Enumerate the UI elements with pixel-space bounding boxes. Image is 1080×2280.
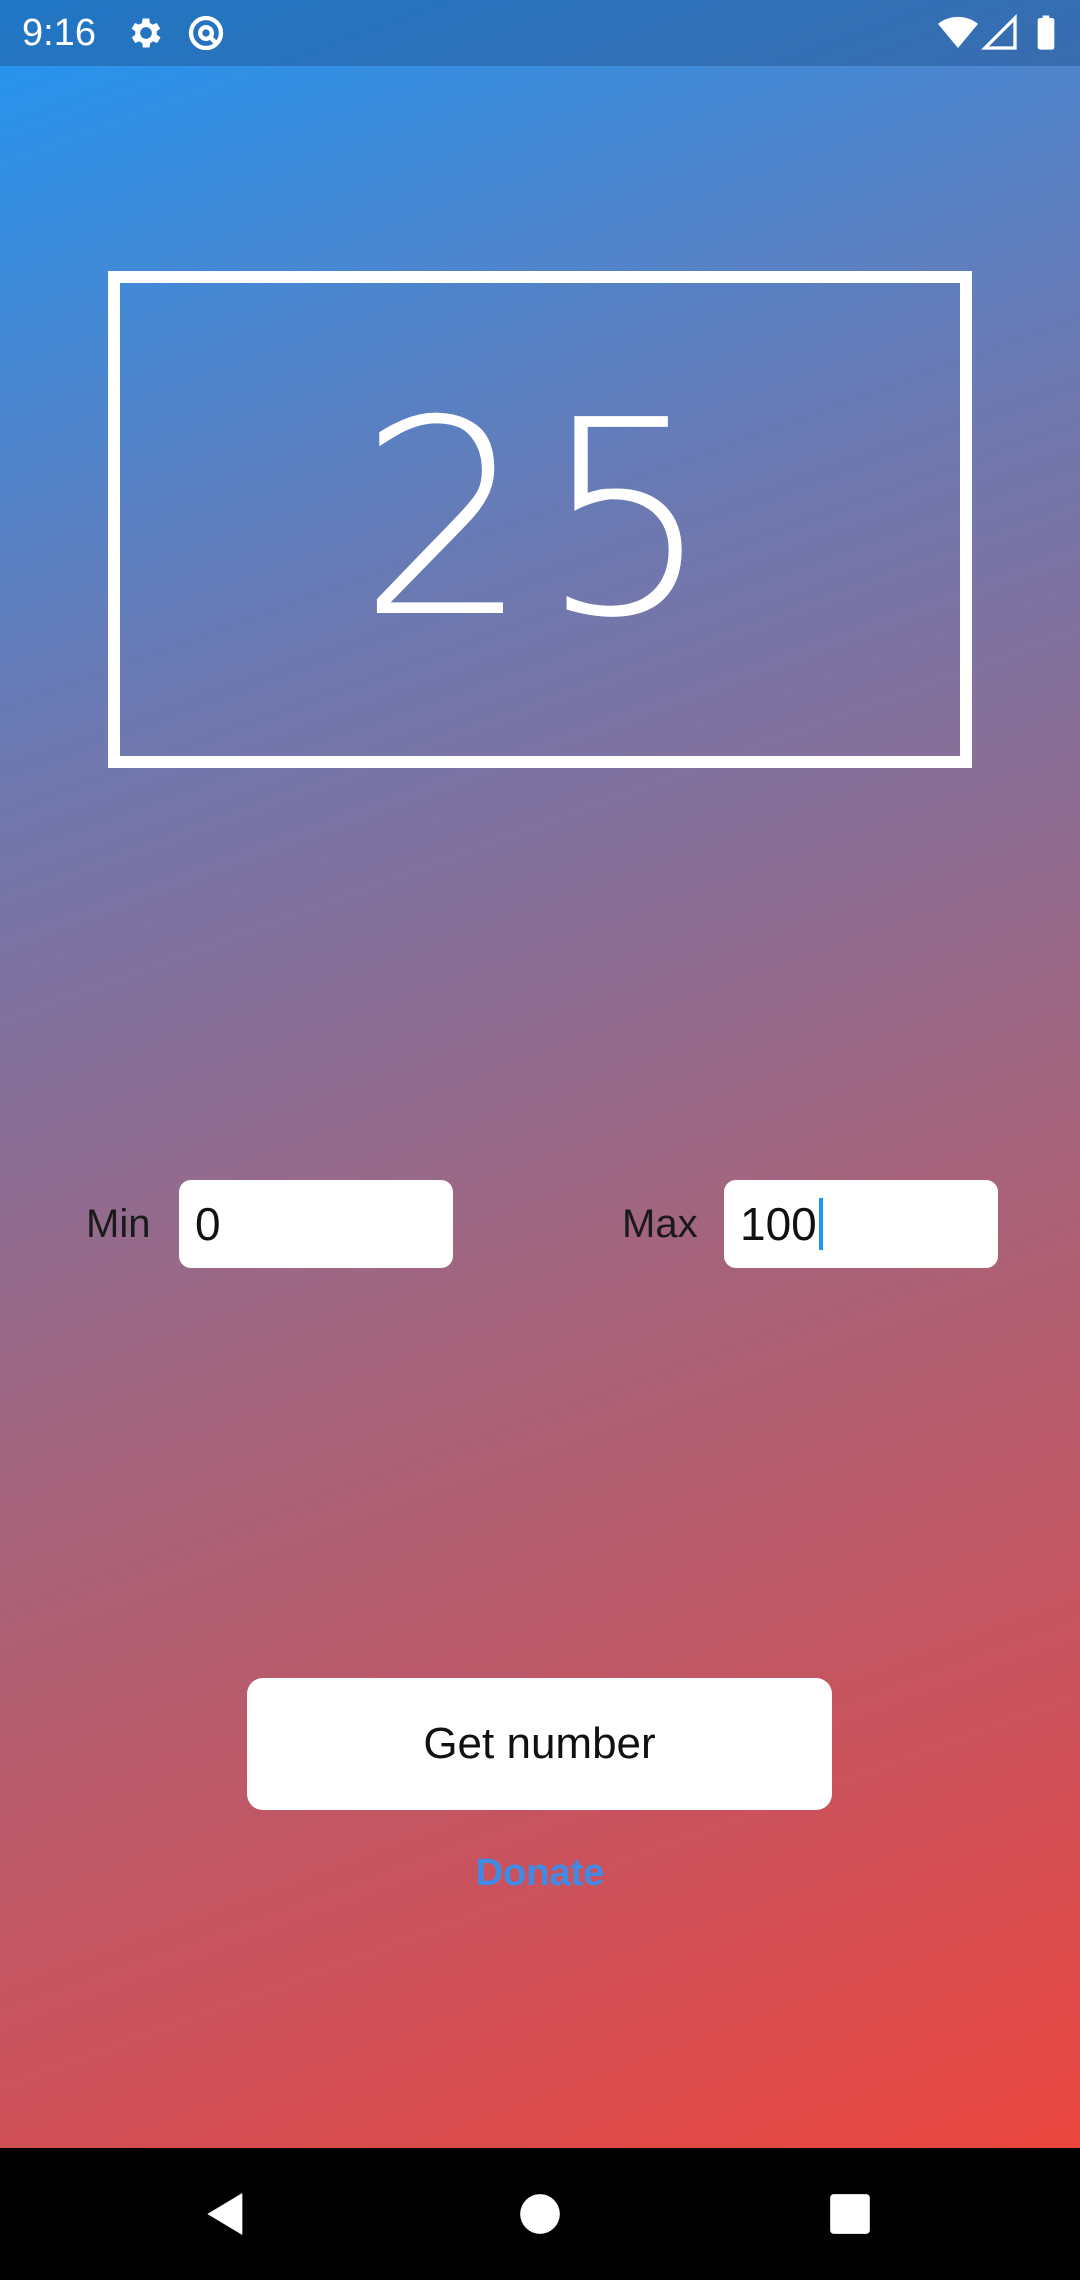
battery-icon (1026, 13, 1066, 53)
navigation-bar (0, 2148, 1080, 2280)
min-input[interactable]: 0 (179, 1180, 453, 1268)
random-number-value: 25 (358, 361, 722, 677)
random-number-display: 25 (108, 271, 972, 768)
max-input[interactable]: 100 (724, 1180, 998, 1268)
home-icon[interactable] (512, 2186, 568, 2242)
text-cursor (818, 1198, 823, 1250)
at-icon (186, 13, 226, 53)
cell-signal-icon (980, 13, 1020, 53)
min-input-value: 0 (195, 1198, 221, 1250)
min-label: Min (86, 1202, 151, 1246)
gear-icon (126, 13, 166, 53)
recents-icon[interactable] (822, 2186, 878, 2242)
donate-link[interactable]: Donate (0, 1852, 1080, 1895)
status-bar: 9:16 (0, 0, 1080, 66)
max-label: Max (622, 1202, 698, 1246)
back-icon[interactable] (198, 2186, 254, 2242)
max-input-value: 100 (740, 1198, 817, 1250)
status-time: 9:16 (22, 12, 96, 54)
get-number-button[interactable]: Get number (247, 1678, 832, 1810)
wifi-icon (938, 13, 978, 53)
